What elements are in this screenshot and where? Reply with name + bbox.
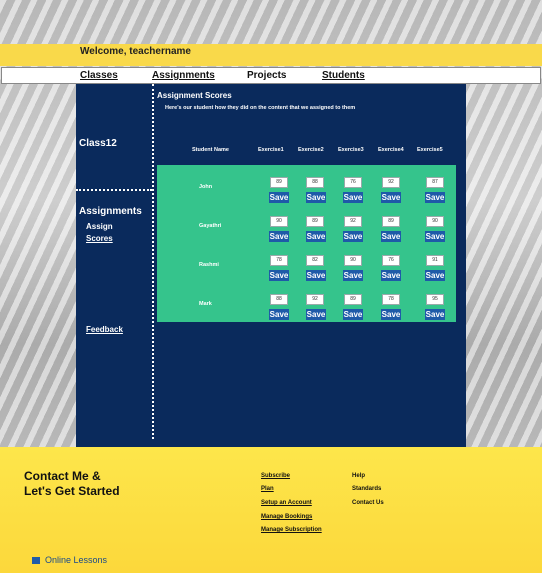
footer-link-manage-subscription[interactable]: Manage Subscription — [261, 527, 322, 533]
save-button[interactable]: Save — [425, 270, 445, 281]
score-input[interactable]: 90 — [270, 216, 288, 227]
score-input[interactable]: 92 — [382, 177, 400, 188]
save-button[interactable]: Save — [343, 192, 363, 203]
score-input[interactable]: 78 — [382, 294, 400, 305]
scores-link[interactable]: Scores — [86, 234, 113, 243]
score-input[interactable]: 88 — [306, 177, 324, 188]
save-button[interactable]: Save — [343, 309, 363, 320]
nav-classes[interactable]: Classes — [80, 70, 118, 81]
online-lessons-icon — [32, 557, 40, 565]
column-header-exercise1: Exercise1 — [258, 147, 284, 153]
score-input[interactable]: 89 — [270, 177, 288, 188]
score-input[interactable]: 92 — [306, 294, 324, 305]
score-input[interactable]: 88 — [270, 294, 288, 305]
online-lessons[interactable]: Online Lessons — [32, 555, 107, 565]
save-button[interactable]: Save — [306, 192, 326, 203]
save-button[interactable]: Save — [343, 231, 363, 242]
page-subtitle: Here's our student how they did on the c… — [165, 105, 356, 111]
class-label[interactable]: Class12 — [79, 138, 117, 149]
score-input[interactable]: 87 — [426, 177, 444, 188]
score-input[interactable]: 91 — [426, 255, 444, 266]
score-input[interactable]: 76 — [344, 177, 362, 188]
score-input[interactable]: 89 — [344, 294, 362, 305]
save-button[interactable]: Save — [381, 309, 401, 320]
score-input[interactable]: 90 — [344, 255, 362, 266]
contact-heading: Contact Me & Let's Get Started — [24, 469, 120, 499]
nav-students[interactable]: Students — [322, 70, 365, 81]
score-input[interactable]: 78 — [270, 255, 288, 266]
score-input[interactable]: 76 — [382, 255, 400, 266]
score-input[interactable]: 82 — [306, 255, 324, 266]
footer-link-contact-us[interactable]: Contact Us — [352, 500, 384, 506]
save-button[interactable]: Save — [425, 192, 445, 203]
student-name: Mark — [199, 301, 212, 307]
save-button[interactable]: Save — [269, 309, 289, 320]
student-name: John — [199, 184, 213, 190]
score-input[interactable]: 95 — [426, 294, 444, 305]
nav-projects[interactable]: Projects — [247, 70, 286, 81]
footer-link-standards[interactable]: Standards — [352, 486, 381, 492]
footer-link-setup-account[interactable]: Setup an Account — [261, 500, 312, 506]
feedback-link[interactable]: Feedback — [86, 325, 123, 334]
footer-link-help[interactable]: Help — [352, 473, 365, 479]
column-header-exercise5: Exercise5 — [417, 147, 443, 153]
nav-assignments[interactable]: Assignments — [152, 70, 215, 81]
online-lessons-label: Online Lessons — [45, 555, 108, 565]
save-button[interactable]: Save — [343, 270, 363, 281]
student-name: Rashmi — [199, 262, 219, 268]
student-name: Gayathri — [199, 223, 222, 229]
column-header-exercise3: Exercise3 — [338, 147, 364, 153]
footer-link-manage-bookings[interactable]: Manage Bookings — [261, 514, 312, 520]
save-button[interactable]: Save — [381, 231, 401, 242]
save-button[interactable]: Save — [306, 231, 326, 242]
page-title: Assignment Scores — [157, 91, 232, 100]
save-button[interactable]: Save — [381, 192, 401, 203]
save-button[interactable]: Save — [306, 309, 326, 320]
welcome-text: Welcome, teachername — [80, 46, 191, 57]
column-header-exercise4: Exercise4 — [378, 147, 404, 153]
top-nav: Classes Assignments Projects Students — [1, 67, 541, 84]
save-button[interactable]: Save — [381, 270, 401, 281]
save-button[interactable]: Save — [269, 270, 289, 281]
save-button[interactable]: Save — [306, 270, 326, 281]
score-input[interactable]: 89 — [382, 216, 400, 227]
score-input[interactable]: 89 — [306, 216, 324, 227]
column-header-exercise2: Exercise2 — [298, 147, 324, 153]
score-input[interactable]: 92 — [344, 216, 362, 227]
contact-line-1: Contact Me & — [24, 469, 101, 483]
assignments-heading: Assignments — [79, 206, 142, 217]
vertical-divider — [152, 84, 154, 439]
footer-link-plan[interactable]: Plan — [261, 486, 274, 492]
sidebar-divider — [76, 189, 152, 191]
column-header-student: Student Name — [192, 147, 229, 153]
save-button[interactable]: Save — [425, 231, 445, 242]
footer-link-subscribe[interactable]: Subscribe — [261, 473, 290, 479]
contact-line-2: Let's Get Started — [24, 484, 120, 498]
save-button[interactable]: Save — [269, 231, 289, 242]
assign-link[interactable]: Assign — [86, 222, 113, 231]
save-button[interactable]: Save — [425, 309, 445, 320]
score-input[interactable]: 90 — [426, 216, 444, 227]
save-button[interactable]: Save — [269, 192, 289, 203]
welcome-bar: Welcome, teachername — [0, 44, 542, 66]
